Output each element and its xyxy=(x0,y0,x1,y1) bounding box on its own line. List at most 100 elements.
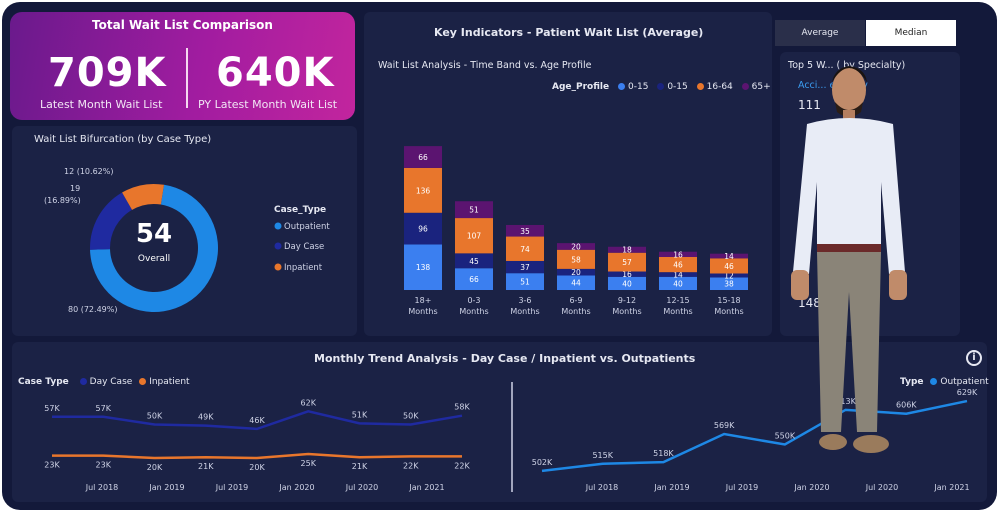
bar-category-label: Months xyxy=(510,307,539,316)
donut-legend-title: Case_Type xyxy=(274,205,326,215)
x-tick-label: Jul 2020 xyxy=(345,483,379,492)
x-tick-label: Jul 2018 xyxy=(585,483,619,492)
latest-month-value: 709K xyxy=(48,50,167,96)
bar-value-label: 51 xyxy=(520,278,530,287)
trend-point-label: 49K xyxy=(198,413,214,422)
donut-label-daycase-count: 19 xyxy=(70,184,80,193)
trend-point-label: 25K xyxy=(301,459,317,468)
x-tick-label: Jan 2021 xyxy=(933,483,969,492)
bar-category-label: Months xyxy=(561,307,590,316)
bar-value-label: 58 xyxy=(571,255,581,264)
donut-label-inpatient: 12 (10.62%) xyxy=(64,167,113,176)
bar-category-label: 3-6 xyxy=(518,296,531,305)
x-tick-label: Jan 2020 xyxy=(278,483,314,492)
trend-point-label: 57K xyxy=(96,404,112,413)
trend-point-label: 502K xyxy=(532,458,553,467)
donut-center-value: 54 xyxy=(136,219,172,249)
trend-point-label: 23K xyxy=(44,461,60,470)
presenter-photo xyxy=(791,66,907,453)
bar-value-label: 18 xyxy=(622,246,632,255)
bar-value-label: 51 xyxy=(469,206,479,215)
bar-value-label: 46 xyxy=(724,262,734,271)
bar-value-label: 96 xyxy=(418,225,428,234)
trend-point-label: 62K xyxy=(301,398,317,407)
x-tick-label: Jul 2019 xyxy=(215,483,249,492)
legend-inpatient: Inpatient xyxy=(284,263,323,273)
bar-value-label: 46 xyxy=(673,261,683,270)
bar-value-label: 38 xyxy=(724,280,734,289)
trend-point-label: 57K xyxy=(44,404,60,413)
legend-outpatient: Outpatient xyxy=(284,222,330,232)
legend-daycase: Day Case xyxy=(284,242,324,252)
stacked-bar-chart: 138 96 136 66 18+ Months 66 45 107 51 0-3 Months 51 3… xyxy=(404,146,748,316)
bar-value-label: 66 xyxy=(469,275,479,284)
bar-category-label: Months xyxy=(714,307,743,316)
trend-point-label: 51K xyxy=(352,410,368,419)
x-tick-label: Jan 2019 xyxy=(148,483,184,492)
bar-category-label: 18+ xyxy=(415,296,432,305)
trend-point-label: 50K xyxy=(403,412,419,421)
donut-chart: 54 Overall 12 (10.62%) 19 (16.89%) 80 (7… xyxy=(44,167,330,314)
trend-point-label: 515K xyxy=(592,451,613,460)
trend-point-label: 23K xyxy=(96,461,112,470)
x-tick-label: Jul 2019 xyxy=(725,483,759,492)
bar-value-label: 14 xyxy=(724,252,734,261)
bar-value-label: 66 xyxy=(418,153,428,162)
bar-value-label: 40 xyxy=(673,279,683,288)
trend-point-label: 20K xyxy=(147,463,163,472)
bar-value-label: 136 xyxy=(416,186,431,195)
trend-point-label: 21K xyxy=(198,462,214,471)
key-indicators-panel: Key Indicators - Patient Wait List (Aver… xyxy=(364,12,772,336)
dashboard-frame: Total Wait List Comparison 709K Latest M… xyxy=(2,2,997,510)
trend-point-label: 518K xyxy=(653,449,674,458)
donut-label-daycase: (16.89%) xyxy=(44,196,81,205)
bar-value-label: 138 xyxy=(416,263,431,272)
bar-category-label: 0-3 xyxy=(467,296,480,305)
bar-value-label: 57 xyxy=(622,258,632,267)
x-tick-label: Jan 2020 xyxy=(793,483,829,492)
donut-panel: Wait List Bifurcation (by Case Type) 54 … xyxy=(12,126,357,336)
x-tick-label: Jul 2020 xyxy=(865,483,899,492)
bar-category-label: 6-9 xyxy=(569,296,582,305)
bar-category-label: 9-12 xyxy=(618,296,636,305)
trend-point-label: 21K xyxy=(352,462,368,471)
bar-category-label: Months xyxy=(459,307,488,316)
bar-value-label: 16 xyxy=(673,250,683,259)
trend-point-label: 629K xyxy=(957,388,978,397)
trend-point-label: 58K xyxy=(454,403,470,412)
donut-label-outpatient: 80 (72.49%) xyxy=(68,305,117,314)
bar-value-label: 40 xyxy=(622,279,632,288)
trend-point-label: 22K xyxy=(454,461,470,470)
x-tick-label: Jan 2021 xyxy=(408,483,444,492)
trend-point-label: 20K xyxy=(249,463,265,472)
x-tick-label: Jan 2019 xyxy=(653,483,689,492)
x-tick-label: Jul 2018 xyxy=(85,483,119,492)
bar-category-label: Months xyxy=(612,307,641,316)
kpi-card: Total Wait List Comparison 709K Latest M… xyxy=(10,12,355,120)
trend-point-label: 46K xyxy=(249,416,265,425)
legend-daycase-dot xyxy=(274,242,282,250)
bar-value-label: 44 xyxy=(571,279,581,288)
bar-category-label: 12-15 xyxy=(666,296,689,305)
bar-value-label: 20 xyxy=(571,242,581,251)
trend-point-label: 50K xyxy=(147,412,163,421)
latest-month-label: Latest Month Wait List xyxy=(40,98,163,111)
bar-value-label: 20 xyxy=(571,268,581,277)
bar-value-label: 107 xyxy=(467,232,482,241)
py-value: 640K xyxy=(216,50,335,96)
bar-category-label: 15-18 xyxy=(717,296,740,305)
bar-value-label: 37 xyxy=(520,263,530,272)
bar-value-label: 35 xyxy=(520,227,530,236)
donut-center-label: Overall xyxy=(138,254,170,264)
trend-point-label: 22K xyxy=(403,461,419,470)
kpi-title: Total Wait List Comparison xyxy=(92,18,273,32)
bar-category-label: Months xyxy=(663,307,692,316)
bar-value-label: 45 xyxy=(469,257,479,266)
average-toggle[interactable]: Average xyxy=(775,20,865,46)
trend-point-label: 569K xyxy=(714,421,735,430)
donut-slice-day-case[interactable] xyxy=(90,192,133,250)
median-toggle[interactable]: Median xyxy=(866,20,956,46)
py-label: PY Latest Month Wait List xyxy=(198,98,338,111)
bar-category-label: Months xyxy=(408,307,437,316)
legend-outpatient-dot xyxy=(274,222,282,230)
